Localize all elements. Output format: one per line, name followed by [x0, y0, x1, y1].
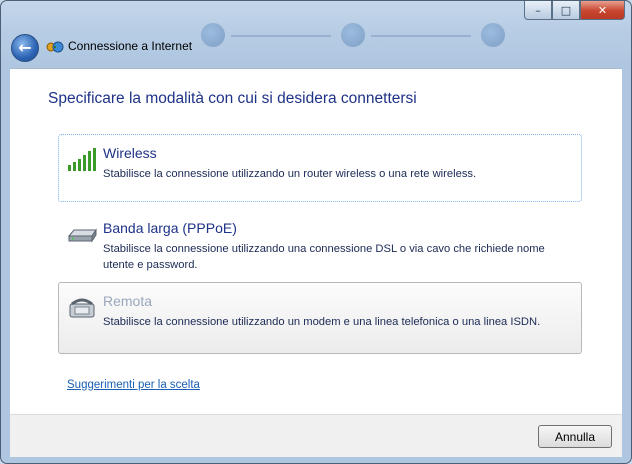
close-button[interactable]: ✕	[580, 1, 625, 20]
option-title: Banda larga (PPPoE)	[103, 220, 237, 236]
wireless-signal-icon	[68, 148, 96, 171]
window-title: Connessione a Internet	[68, 39, 193, 53]
minimize-button[interactable]: –	[524, 1, 552, 20]
divider	[371, 35, 471, 37]
main-content: Specificare la modalità con cui si desid…	[10, 68, 622, 415]
page-heading: Specificare la modalità con cui si desid…	[48, 90, 417, 107]
option-description: Stabilisce la connessione utilizzando un…	[103, 316, 541, 328]
option-dialup[interactable]: Remota Stabilisce la connessione utilizz…	[58, 282, 582, 354]
dialog-window: – □ ✕ ← Connessione a Internet Specifica…	[0, 0, 632, 464]
globe-icon	[341, 23, 365, 47]
dialog-footer: Annulla	[10, 414, 622, 457]
option-title: Remota	[103, 293, 153, 309]
background-glass-decoration	[151, 15, 511, 55]
network-connection-icon	[46, 41, 64, 53]
option-description: Stabilisce la connessione utilizzando un…	[103, 243, 545, 271]
cancel-button[interactable]: Annulla	[538, 425, 612, 448]
broadband-modem-icon	[67, 228, 97, 243]
globe-icon	[481, 23, 505, 47]
option-title: Wireless	[103, 145, 157, 161]
help-link[interactable]: Suggerimenti per la scelta	[67, 379, 200, 391]
back-button[interactable]: ←	[11, 34, 39, 62]
option-description: Stabilisce la connessione utilizzando un…	[103, 168, 477, 180]
option-wireless[interactable]: Wireless Stabilisce la connessione utili…	[58, 134, 582, 202]
divider	[231, 35, 331, 37]
telephone-modem-icon	[69, 298, 95, 318]
window-controls: – □ ✕	[524, 1, 625, 20]
back-arrow-icon: ←	[18, 38, 32, 57]
maximize-button[interactable]: □	[552, 1, 580, 20]
option-broadband[interactable]: Banda larga (PPPoE) Stabilisce la connes…	[58, 209, 582, 277]
globe-icon	[201, 23, 225, 47]
